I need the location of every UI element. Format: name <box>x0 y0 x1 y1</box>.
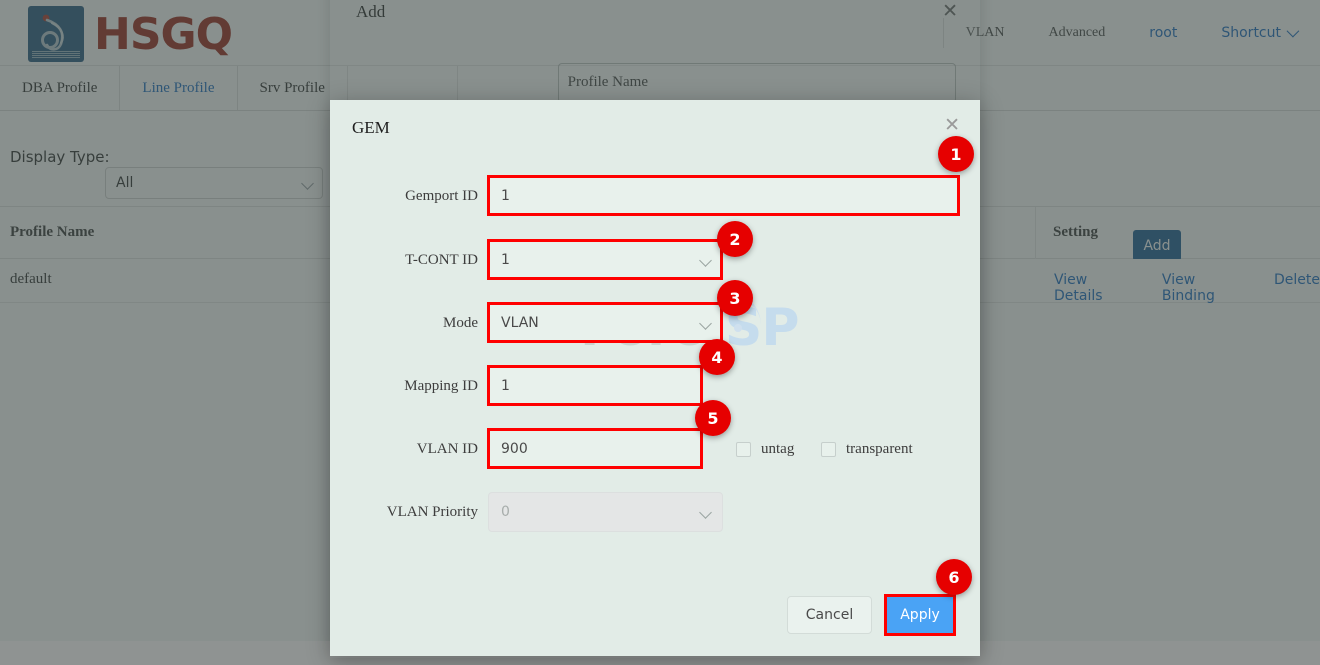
annotation-badge-2: 2 <box>717 221 753 257</box>
gem-dialog-title: GEM <box>352 118 390 138</box>
field-row-tcont-id: T-CONT ID 1 <box>330 240 980 280</box>
mode-value: VLAN <box>501 315 539 331</box>
annotation-badge-3: 3 <box>717 280 753 316</box>
checkbox-untag[interactable]: untag <box>736 441 794 458</box>
annotation-badge-5: 5 <box>695 400 731 436</box>
checkbox-box[interactable] <box>821 442 836 457</box>
vlan-id-input[interactable]: 900 <box>488 429 702 469</box>
field-row-gemport-id: Gemport ID 1 <box>330 176 980 216</box>
gemport-id-label: Gemport ID <box>330 176 478 216</box>
checkbox-box[interactable] <box>736 442 751 457</box>
chevron-down-icon <box>699 317 712 330</box>
field-row-mapping-id: Mapping ID 1 <box>330 366 980 406</box>
vlan-priority-value: 0 <box>501 504 510 520</box>
mapping-id-input[interactable]: 1 <box>488 366 702 406</box>
annotation-badge-4: 4 <box>699 339 735 375</box>
close-icon[interactable]: ✕ <box>944 116 960 135</box>
annotation-badge-1: 1 <box>938 136 974 172</box>
checkbox-transparent[interactable]: transparent <box>821 441 913 458</box>
tcont-id-value: 1 <box>501 252 510 268</box>
checkbox-transparent-label: transparent <box>846 441 913 458</box>
vlan-priority-select: 0 <box>488 492 723 532</box>
annotation-badge-6: 6 <box>936 559 972 595</box>
vlan-priority-label: VLAN Priority <box>330 492 478 532</box>
tcont-id-label: T-CONT ID <box>330 240 478 280</box>
vlan-id-label: VLAN ID <box>330 429 478 469</box>
mode-select[interactable]: VLAN <box>488 303 723 343</box>
gem-dialog: GEM ✕ ForoISP Gemport ID 1 T-CONT ID 1 M… <box>330 100 980 656</box>
screenshot-root: HSGQ VLAN Advanced root Shortcut DBA Pro… <box>0 0 1320 665</box>
mode-label: Mode <box>330 303 478 343</box>
gemport-id-input[interactable]: 1 <box>488 176 960 216</box>
mapping-id-value: 1 <box>501 378 510 394</box>
gemport-id-value: 1 <box>501 188 510 204</box>
vlan-id-value: 900 <box>501 441 528 457</box>
mapping-id-label: Mapping ID <box>330 366 478 406</box>
apply-button[interactable]: Apply <box>886 596 954 634</box>
cancel-button[interactable]: Cancel <box>787 596 872 634</box>
field-row-vlan-priority: VLAN Priority 0 <box>330 492 980 532</box>
field-row-mode: Mode VLAN <box>330 303 980 343</box>
chevron-down-icon <box>699 254 712 267</box>
chevron-down-icon <box>699 506 712 519</box>
checkbox-untag-label: untag <box>761 441 794 458</box>
tcont-id-select[interactable]: 1 <box>488 240 723 280</box>
